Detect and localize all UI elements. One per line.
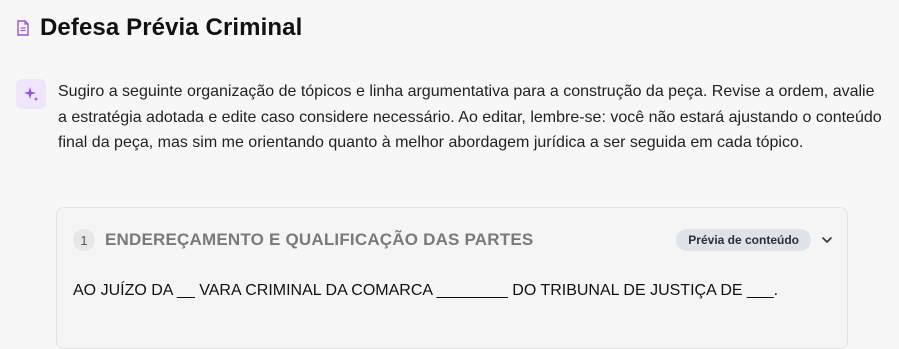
topic-card-header[interactable]: 1 ENDEREÇAMENTO E QUALIFICAÇÃO DAS PARTE… bbox=[73, 228, 833, 252]
topic-number: 1 bbox=[73, 229, 95, 251]
sparkle-icon bbox=[16, 79, 46, 109]
document-icon bbox=[16, 20, 30, 36]
chevron-down-icon[interactable] bbox=[821, 234, 833, 246]
assistant-message: Sugiro a seguinte organização de tópicos… bbox=[16, 79, 886, 156]
topic-content: AO JUÍZO DA __ VARA CRIMINAL DA COMARCA … bbox=[73, 282, 779, 299]
page-title: Defesa Prévia Criminal bbox=[40, 14, 303, 41]
content-preview-badge[interactable]: Prévia de conteúdo bbox=[676, 229, 811, 251]
topic-card: 1 ENDEREÇAMENTO E QUALIFICAÇÃO DAS PARTE… bbox=[56, 207, 848, 349]
assistant-message-text: Sugiro a seguinte organização de tópicos… bbox=[58, 83, 882, 151]
topic-title: ENDEREÇAMENTO E QUALIFICAÇÃO DAS PARTES bbox=[105, 230, 534, 249]
page-header: Defesa Prévia Criminal bbox=[16, 14, 302, 42]
